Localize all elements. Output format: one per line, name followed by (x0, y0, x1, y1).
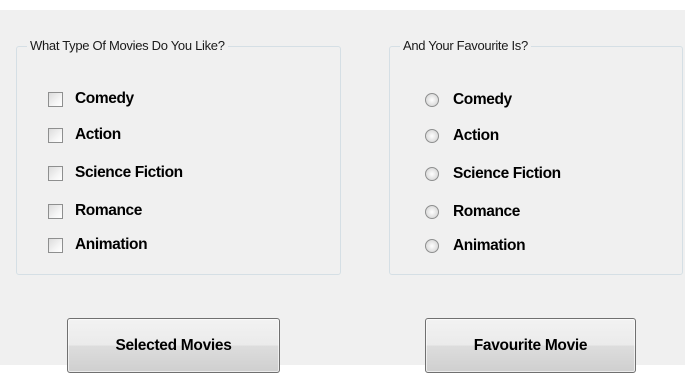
checkbox-label: Comedy (75, 90, 134, 107)
checkbox-box[interactable] (48, 127, 63, 143)
radio-button[interactable] (425, 167, 439, 181)
checkbox-science-fiction[interactable]: Science Fiction (48, 163, 183, 183)
radio-button[interactable] (425, 129, 439, 143)
radio-animation[interactable]: Animation (425, 236, 526, 256)
checkbox-label: Science Fiction (75, 164, 183, 181)
radio-button[interactable] (425, 205, 439, 219)
radio-label: Comedy (453, 91, 512, 108)
checkbox-animation[interactable]: Animation (48, 235, 148, 255)
radio-comedy[interactable]: Comedy (425, 90, 512, 110)
checkbox-label: Action (75, 126, 121, 143)
favourite-movie-button[interactable]: Favourite Movie (425, 318, 636, 373)
radio-label: Action (453, 127, 499, 144)
radio-science-fiction[interactable]: Science Fiction (425, 164, 561, 184)
favourite-groupbox: And Your Favourite Is? Comedy Action Sci… (389, 39, 683, 275)
radio-label: Animation (453, 237, 526, 254)
radio-label: Romance (453, 203, 520, 220)
radio-label: Science Fiction (453, 165, 561, 182)
radio-romance[interactable]: Romance (425, 202, 520, 222)
checkbox-label: Romance (75, 202, 142, 219)
favourite-group-legend: And Your Favourite Is? (400, 39, 531, 53)
checkbox-box[interactable] (48, 203, 63, 219)
checkbox-romance[interactable]: Romance (48, 201, 142, 221)
checkbox-box[interactable] (48, 91, 63, 107)
checkbox-comedy[interactable]: Comedy (48, 89, 134, 109)
radio-action[interactable]: Action (425, 126, 499, 146)
checkbox-box[interactable] (48, 237, 63, 253)
radio-button[interactable] (425, 93, 439, 107)
checkbox-label: Animation (75, 236, 148, 253)
radio-button[interactable] (425, 239, 439, 253)
movie-types-group-legend: What Type Of Movies Do You Like? (27, 39, 228, 53)
checkbox-box[interactable] (48, 165, 63, 181)
selected-movies-button[interactable]: Selected Movies (67, 318, 280, 373)
movie-types-groupbox: What Type Of Movies Do You Like? Comedy … (16, 39, 341, 275)
checkbox-action[interactable]: Action (48, 125, 121, 145)
